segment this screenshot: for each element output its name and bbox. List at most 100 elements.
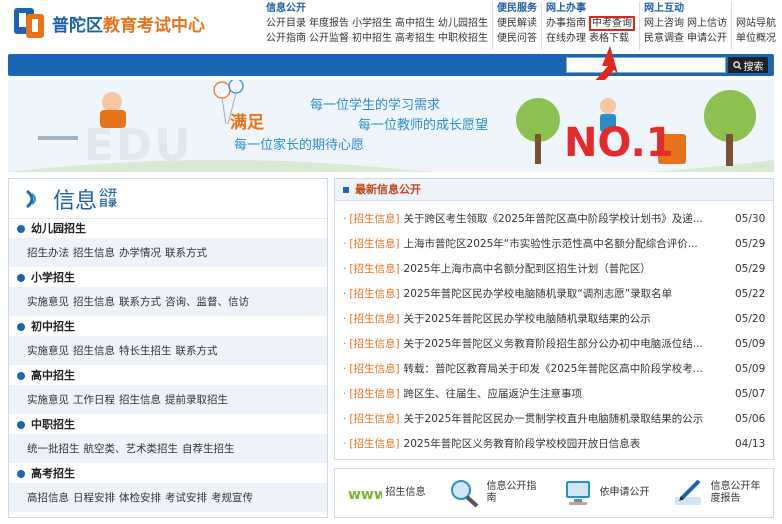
banner-no1-text: NO.1 xyxy=(564,120,674,166)
category-link[interactable]: 咨询、监督、信访 xyxy=(165,296,249,308)
category-link[interactable]: 招生信息 xyxy=(73,345,115,357)
nav-link[interactable]: 网上信访 xyxy=(687,18,727,29)
news-date: 05/30 xyxy=(735,213,766,225)
nav-group-title[interactable]: 网上办事 xyxy=(546,2,635,16)
news-title[interactable]: 上海市普陀区2025年“市实验性示范性高中名额分配综合评价... xyxy=(404,232,727,257)
nav-link[interactable]: 申请公开 xyxy=(687,33,727,44)
news-item[interactable]: · [招生信息] 关于2025年普陀区义务教育阶段招生部分公办初中电脑派位结... 0… xyxy=(335,332,773,357)
category-links: 实施意见 工作日程 招生信息 提前录取招生 xyxy=(9,385,327,415)
news-item[interactable]: · [招生信息] 关于跨区考生领取《2025年普陀区高中阶段学校计划书》及递... 0… xyxy=(335,207,773,232)
nav-link[interactable]: 中职校招生 xyxy=(438,33,488,44)
category-link[interactable]: 实施意见 xyxy=(27,296,69,308)
news-item[interactable]: · [招生信息] 转载：普陀区教育局关于印发《2025年普陀区高中阶段学校考... 0… xyxy=(335,357,773,382)
category-link[interactable]: 考规宣传 xyxy=(211,492,253,504)
nav-link-about[interactable]: 单位概况 xyxy=(736,33,776,44)
news-title[interactable]: 2025年上海市高中名额分配到区招生计划（普陀区） xyxy=(404,257,727,282)
nav-row: 公开目录 年度报告 小学招生 高中招生 幼儿园招生 xyxy=(266,16,488,31)
category-link[interactable]: 体检安排 xyxy=(119,492,161,504)
news-date: 05/29 xyxy=(735,238,766,250)
news-title[interactable]: 跨区生、往届生、应届返沪生注意事项 xyxy=(404,382,727,407)
news-category: [招生信息] xyxy=(349,338,400,350)
quick-link-admissions[interactable]: www 招生信息 xyxy=(346,477,426,509)
nav-group-interaction: 网上互动 网上咨询 网上信访 民意调查 申请公开 xyxy=(640,2,732,50)
category-title[interactable]: 高考招生 xyxy=(9,464,327,483)
news-title[interactable]: 关于跨区考生领取《2025年普陀区高中阶段学校计划书》及递... xyxy=(404,207,727,232)
nav-link[interactable]: 网上咨询 xyxy=(644,18,684,29)
nav-link[interactable]: 高考招生 xyxy=(395,33,435,44)
category-title[interactable]: 小学招生 xyxy=(9,268,327,287)
news-item[interactable]: · [招生信息] 关于2025年普陀区民办一贯制学校直升电脑随机录取结果的公示 05/… xyxy=(335,407,773,432)
category-link[interactable]: 高招信息 xyxy=(27,492,69,504)
category-link[interactable]: 统一批招生 xyxy=(27,443,80,455)
news-item[interactable]: · [招生信息] 关于2025年普陀区民办学校电脑随机录取结果的公示 05/20 xyxy=(335,307,773,332)
category-link[interactable]: 特长生招生 xyxy=(119,345,172,357)
category-link[interactable]: 日程安排 xyxy=(73,492,115,504)
nav-link[interactable]: 公开监督 xyxy=(309,33,349,44)
category-link[interactable]: 办学情况 xyxy=(119,247,161,259)
category-link[interactable]: 联系方式 xyxy=(165,247,207,259)
news-title[interactable]: 关于2025年普陀区民办学校电脑随机录取结果的公示 xyxy=(404,307,727,332)
news-title[interactable]: 转载：普陀区教育局关于印发《2025年普陀区高中阶段学校考... xyxy=(404,357,727,382)
category-link[interactable]: 航空类、艺术类招生 xyxy=(84,443,179,455)
category-link[interactable]: 联系方式 xyxy=(176,345,218,357)
category-link[interactable]: 自荐生招生 xyxy=(182,443,235,455)
quick-link-annual-report[interactable]: 信息公开年度报告 xyxy=(671,477,763,509)
news-list: · [招生信息] 关于跨区考生领取《2025年普陀区高中阶段学校计划书》及递... 0… xyxy=(335,201,773,457)
category-link[interactable]: 工作日程 xyxy=(73,394,115,406)
nav-group-title[interactable]: 信息公开 xyxy=(266,2,488,16)
banner-slogan-line2: 每一位教师的成长愿望 xyxy=(358,118,489,133)
logo-mark-icon xyxy=(12,6,46,40)
nav-row: 便民解读 xyxy=(497,16,537,31)
nav-link[interactable]: 年度报告 xyxy=(309,18,349,29)
category-title[interactable]: 幼儿园招生 xyxy=(9,219,327,238)
nav-link[interactable]: 公开指南 xyxy=(266,33,306,44)
category-link[interactable]: 实施意见 xyxy=(27,394,69,406)
latest-news-title: 最新信息公开 xyxy=(355,182,421,196)
news-item[interactable]: · [招生信息] 上海市普陀区2025年“市实验性示范性高中名额分配综合评价... 0… xyxy=(335,232,773,257)
news-item[interactable]: · [招生信息] 2025年普陀区民办学校电脑随机录取“调剂志愿”录取名单 05/22 xyxy=(335,282,773,307)
nav-link[interactable]: 便民问答 xyxy=(497,33,537,44)
nav-link[interactable]: 便民解读 xyxy=(497,18,537,29)
category-link[interactable]: 招生办法 xyxy=(27,247,69,259)
search-icon xyxy=(732,60,742,70)
site-logo[interactable]: 普陀区教育考试中心 xyxy=(12,6,205,40)
category-link[interactable]: 考试安排 xyxy=(165,492,207,504)
dot-bullet-icon: · xyxy=(343,238,347,250)
news-item[interactable]: · [招生信息] 跨区生、往届生、应届返沪生注意事项 05/07 xyxy=(335,382,773,407)
nav-group-title[interactable]: 便民服务 xyxy=(497,2,537,16)
banner-slogan-main: 满足 xyxy=(230,113,264,133)
news-title[interactable]: 关于2025年普陀区义务教育阶段招生部分公办初中电脑派位结... xyxy=(404,332,727,357)
category-link[interactable]: 联系方式 xyxy=(119,296,161,308)
dot-bullet-icon: · xyxy=(343,313,347,325)
news-item[interactable]: · [招生信息] 2025年上海市高中名额分配到区招生计划（普陀区） 05/29 xyxy=(335,257,773,282)
nav-link[interactable]: 小学招生 xyxy=(352,18,392,29)
nav-group-title[interactable]: 网上互动 xyxy=(644,2,727,16)
quick-links: www 招生信息 信息公开指南 依申请公开 信息公开年度报告 xyxy=(334,468,774,518)
news-title[interactable]: 2025年普陀区民办学校电脑随机录取“调剂志愿”录取名单 xyxy=(404,282,727,307)
category-link[interactable]: 提前录取招生 xyxy=(165,394,228,406)
news-title[interactable]: 关于2025年普陀区民办一贯制学校直升电脑随机录取结果的公示 xyxy=(404,407,727,432)
search-button[interactable]: 搜索 xyxy=(728,57,768,73)
category-link[interactable]: 招生信息 xyxy=(119,394,161,406)
news-category: [招生信息] xyxy=(349,413,400,425)
dot-bullet-icon: · xyxy=(343,263,347,275)
nav-link[interactable]: 初中招生 xyxy=(352,33,392,44)
category-title[interactable]: 中职招生 xyxy=(9,415,327,434)
nav-link[interactable]: 民意调查 xyxy=(644,33,684,44)
category-link[interactable]: 实施意见 xyxy=(27,345,69,357)
nav-link[interactable]: 办事指南 xyxy=(546,18,586,29)
nav-link-exam-query-highlighted[interactable]: 中考查询 xyxy=(589,16,635,31)
nav-link-sitemap[interactable]: 网站导航 xyxy=(736,18,776,29)
news-title[interactable]: 2025年普陀区义务教育阶段学校校园开放日信息表 xyxy=(404,432,727,457)
category-title[interactable]: 高中招生 xyxy=(9,366,327,385)
nav-link[interactable]: 幼儿园招生 xyxy=(438,18,488,29)
category-title[interactable]: 初中招生 xyxy=(9,317,327,336)
news-item[interactable]: · [招生信息] 2025年普陀区义务教育阶段学校校园开放日信息表 04/13 xyxy=(335,432,773,457)
category-link[interactable]: 招生信息 xyxy=(73,296,115,308)
nav-link[interactable]: 公开目录 xyxy=(266,18,306,29)
category-link[interactable]: 招生信息 xyxy=(73,247,115,259)
quick-link-apply[interactable]: 依申请公开 xyxy=(560,477,650,509)
quick-link-guide[interactable]: 信息公开指南 xyxy=(447,477,539,509)
nav-link[interactable]: 高中招生 xyxy=(395,18,435,29)
pen-icon xyxy=(674,479,701,505)
